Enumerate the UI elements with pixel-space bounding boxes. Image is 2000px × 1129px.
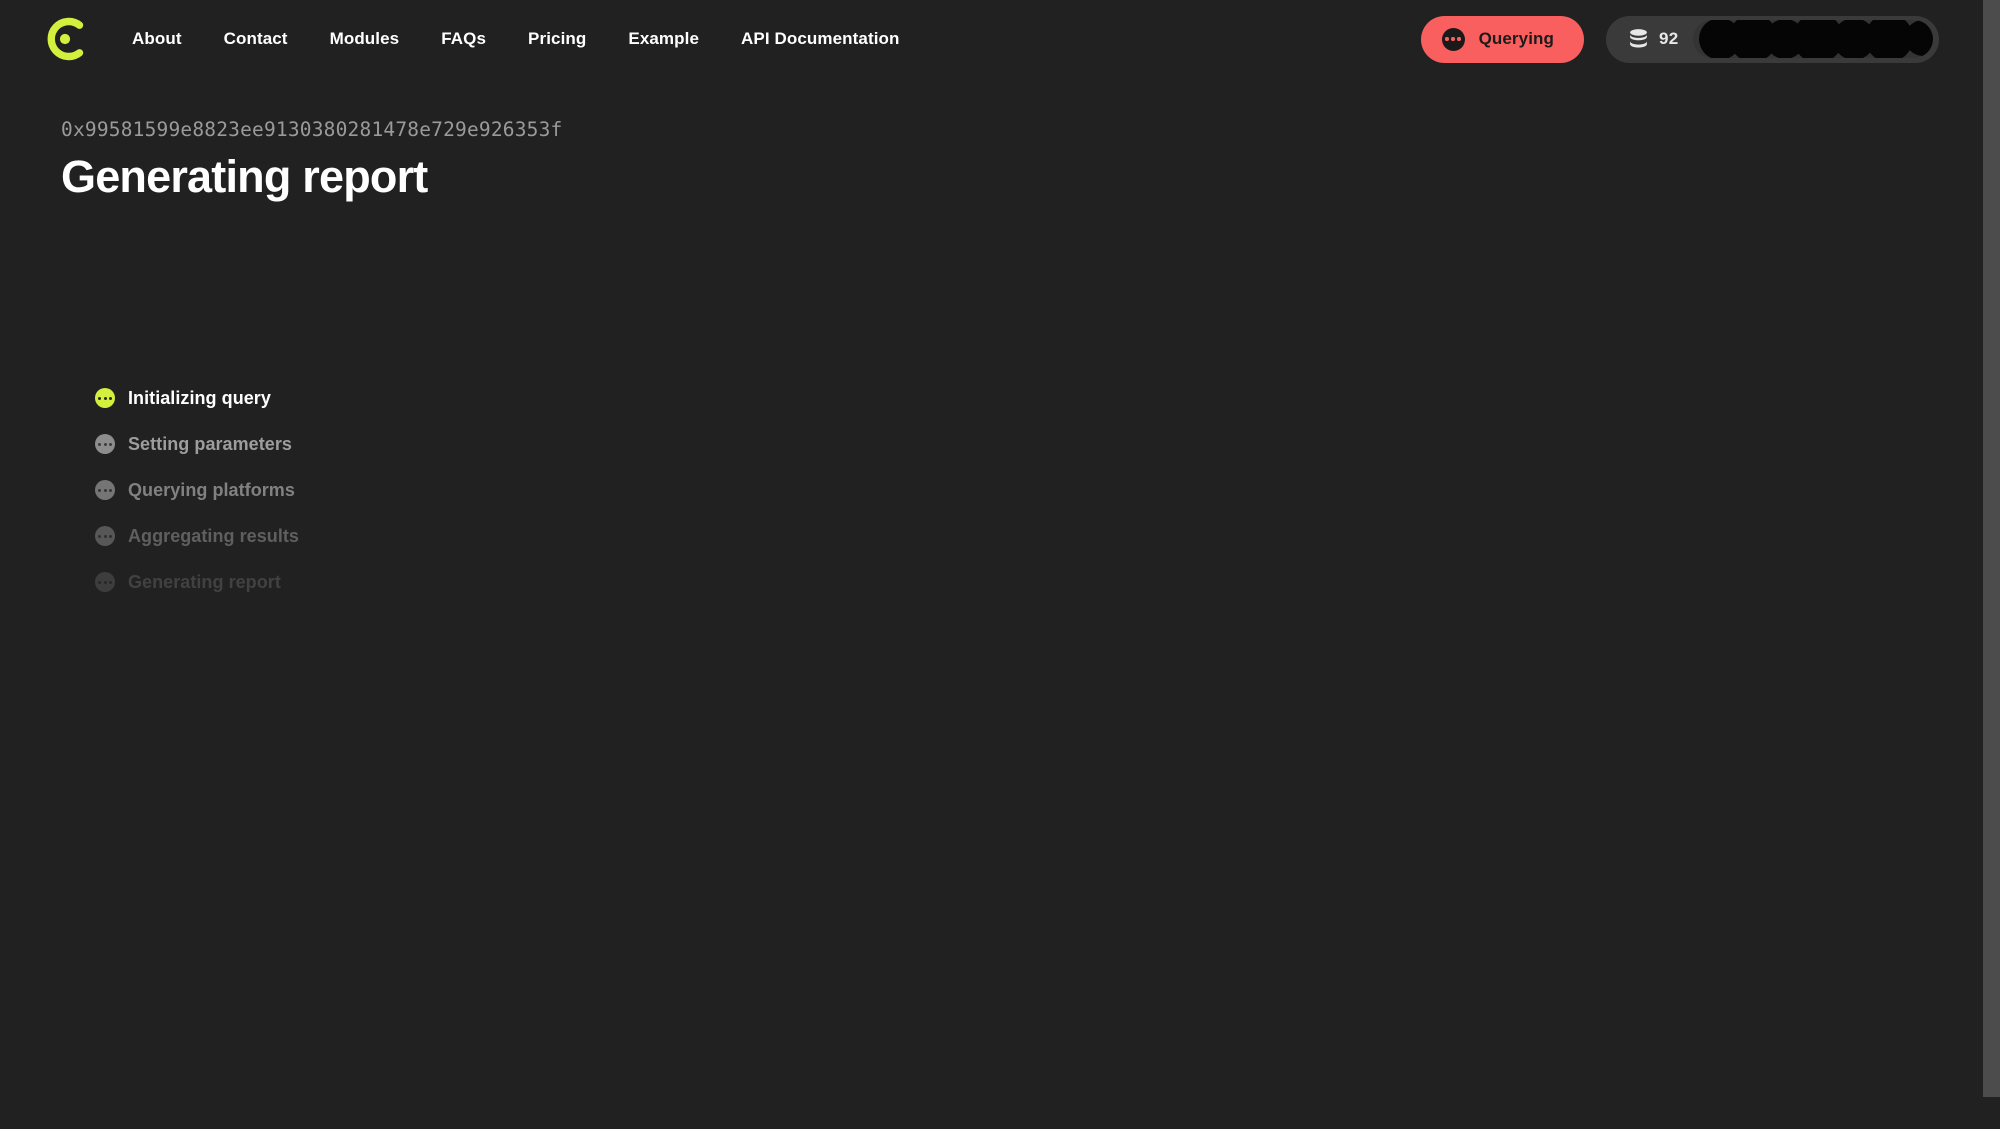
nav-item-faqs[interactable]: FAQs [420,21,507,57]
nav-item-pricing[interactable]: Pricing [507,21,607,57]
viewport-gutter [1983,1097,2000,1129]
progress-step-label: Initializing query [128,387,271,408]
three-dots-circle-icon [95,526,115,547]
three-dots-circle-icon [95,388,115,409]
nav-item-api-documentation[interactable]: API Documentation [720,21,921,57]
header-right-group: Querying 92 [1420,15,1983,63]
page-scrollbar-thumb[interactable] [1983,0,2000,1097]
nav-item-contact[interactable]: Contact [203,21,309,57]
query-status-button[interactable]: Querying [1420,15,1584,63]
progress-step-querying-platforms: Querying platforms [95,467,1983,513]
nav-item-about[interactable]: About [111,21,203,57]
nav-item-modules[interactable]: Modules [309,21,421,57]
page-scrollbar-track[interactable] [1983,0,2000,1097]
query-status-label: Querying [1478,29,1554,48]
progress-step-generating-report: Generating report [95,559,1983,605]
three-dots-circle-icon [95,434,115,455]
three-dots-circle-icon [95,480,115,501]
progress-step-aggregating-results: Aggregating results [95,513,1983,559]
progress-step-initializing-query: Initializing query [95,375,1983,421]
progress-step-label: Querying platforms [128,479,295,500]
credits-group: 92 [1628,28,1679,50]
progress-step-label: Setting parameters [128,433,292,454]
wallet-address-chip[interactable] [1692,20,1933,58]
nav-item-example[interactable]: Example [607,21,720,57]
progress-step-setting-parameters: Setting parameters [95,421,1983,467]
brand-logo[interactable] [42,16,88,62]
redaction-overlay [1693,20,1933,58]
three-dots-circle-icon [95,572,115,593]
site-header: About Contact Modules FAQs Pricing Examp… [0,0,1983,78]
progress-steps-list: Initializing query Setting parameters Qu… [95,375,1983,605]
page-title: Generating report [61,151,428,203]
main-content: 0x99581599e8823ee9130380281478e729e92635… [0,78,1983,605]
credits-count: 92 [1659,29,1679,48]
progress-step-label: Aggregating results [128,525,299,546]
account-pill[interactable]: 92 [1606,15,1939,63]
database-stack-icon [1630,29,1647,48]
brand-c-logo-icon [47,17,84,61]
wallet-address: 0x99581599e8823ee9130380281478e729e92635… [61,118,563,141]
three-dots-circle-icon [1441,27,1465,51]
progress-step-label: Generating report [128,571,281,592]
main-nav: About Contact Modules FAQs Pricing Examp… [111,21,921,57]
